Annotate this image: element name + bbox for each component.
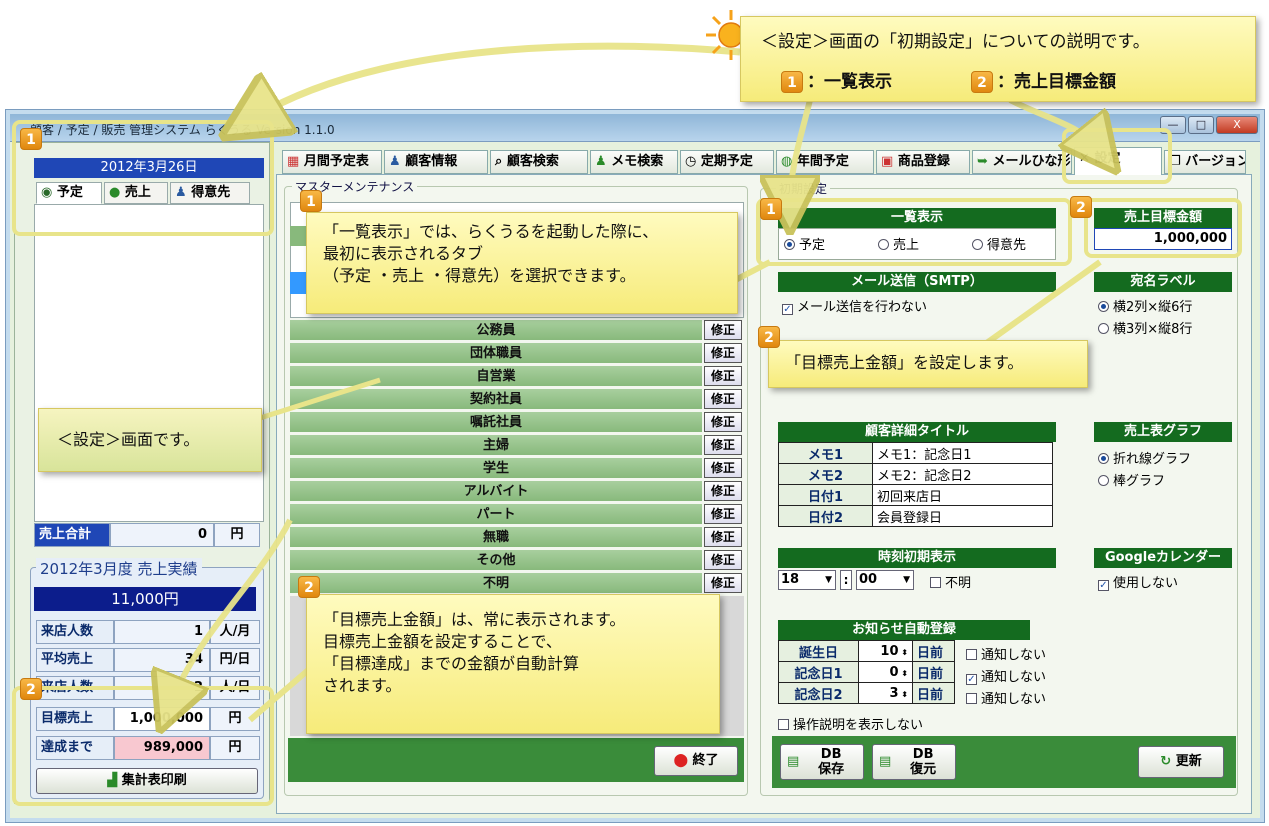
top-callout-title: ＜設定＞画面の「初期設定」についての説明です。 bbox=[761, 32, 1150, 52]
badge-1: 1 bbox=[781, 71, 803, 93]
callout-list-display: 「一覧表示」では、らくうるを起動した際に、 最初に表示されるタブ （予定 ・売上… bbox=[306, 212, 738, 314]
badge-1: 1 bbox=[760, 198, 782, 220]
callout-line: 「目標達成」までの金額が自動計算 bbox=[323, 654, 580, 673]
callout-line: 「目標売上金額」は、常に表示されます。 bbox=[323, 610, 626, 629]
callout-line: 「目標売上金額」を設定します。 bbox=[785, 353, 1024, 372]
callout-target-amount: 「目標売上金額」は、常に表示されます。 目標売上金額を設定することで、 「目標達… bbox=[306, 594, 720, 734]
badge-2: 2 bbox=[1070, 196, 1092, 218]
badge-2: 2 bbox=[758, 326, 780, 348]
top-callout-item2: ：売上目標金額 bbox=[997, 72, 1116, 92]
callout-sales-target: 「目標売上金額」を設定します。 bbox=[768, 340, 1088, 388]
badge-2: 2 bbox=[298, 576, 320, 598]
callout-line: 「一覧表示」では、らくうるを起動した際に、 bbox=[323, 222, 659, 241]
callout-line: 目標売上金額を設定することで、 bbox=[323, 632, 562, 651]
badge-2: 2 bbox=[20, 678, 42, 700]
callout-settings-screen: ＜設定＞画面です。 bbox=[38, 408, 262, 472]
callout-line: されます。 bbox=[323, 676, 402, 695]
badge-2: 2 bbox=[971, 71, 993, 93]
top-callout-item1: ：一覧表示 bbox=[807, 72, 892, 92]
callout-line: 最初に表示されるタブ bbox=[323, 244, 484, 263]
badge-1: 1 bbox=[20, 128, 42, 150]
callout-line: ＜設定＞画面です。 bbox=[57, 430, 200, 449]
badge-1: 1 bbox=[300, 190, 322, 212]
callout-line: （予定 ・売上 ・得意先）を選択できます。 bbox=[323, 266, 636, 285]
top-callout: ＜設定＞画面の「初期設定」についての説明です。 1 ：一覧表示 2 ：売上目標金… bbox=[740, 16, 1256, 102]
